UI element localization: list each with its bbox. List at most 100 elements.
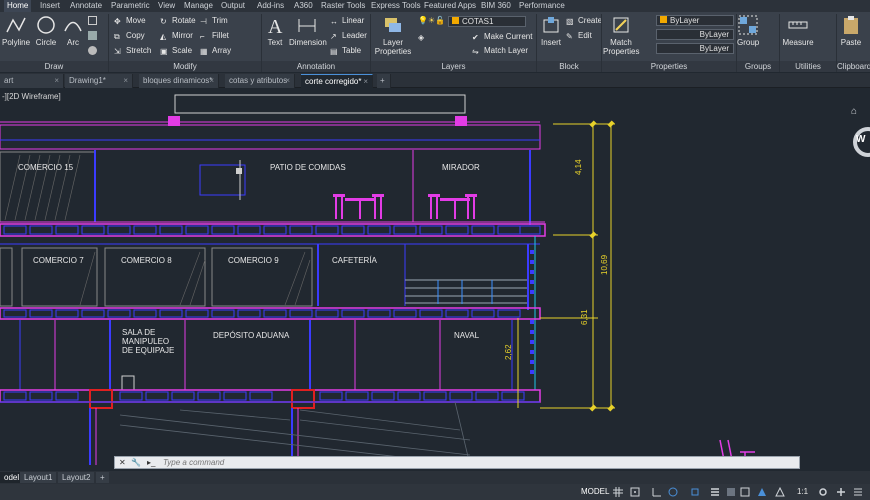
annotation-scale-icon[interactable] [757, 487, 767, 497]
tab-a360[interactable]: A360 [291, 0, 316, 12]
gear-icon[interactable] [818, 487, 828, 497]
draw-line-tool[interactable] [88, 16, 100, 27]
osnap-icon[interactable] [690, 487, 700, 497]
array-label: Array [212, 46, 232, 55]
draw-hatch-tool[interactable] [88, 31, 100, 42]
snap-icon[interactable] [630, 487, 640, 497]
table-button[interactable]: ▤ Table [330, 46, 361, 56]
file-tab-corte[interactable]: corte corregido* × [301, 74, 373, 88]
tab-manage[interactable]: Manage [181, 0, 216, 12]
tab-bim360[interactable]: BIM 360 [478, 0, 514, 12]
tab-featured-apps[interactable]: Featured Apps [421, 0, 479, 12]
arc-button[interactable]: Arc [62, 14, 84, 47]
tab-express-tools[interactable]: Express Tools [368, 0, 424, 12]
file-tab-drawing1[interactable]: Drawing1* × [65, 74, 133, 88]
close-icon[interactable]: × [209, 74, 214, 87]
linear-dimension-button[interactable]: ↔ Linear [330, 16, 364, 26]
move-label: Move [126, 16, 146, 25]
file-tab-bloques[interactable]: bloques dinamicos* × [139, 74, 219, 88]
tab-performance[interactable]: Performance [516, 0, 568, 12]
close-icon[interactable]: × [363, 75, 368, 88]
create-block-button[interactable]: ▧ Create [566, 16, 602, 26]
match-properties-button[interactable]: Match Properties [603, 14, 639, 56]
draw-panel-label[interactable]: Draw [0, 61, 108, 72]
home-icon[interactable]: ⌂ [851, 106, 857, 117]
tab-layout1[interactable]: Layout1 [20, 472, 57, 483]
array-button[interactable]: ▦ Array [200, 46, 231, 56]
groups-panel-label[interactable]: Groups [737, 61, 779, 72]
tab-insert[interactable]: Insert [37, 0, 63, 12]
modify-panel-label[interactable]: Modify [109, 61, 261, 72]
insert-block-button[interactable]: Insert [539, 14, 563, 47]
wrench-icon[interactable]: 🔧 [131, 457, 141, 468]
dimension-button[interactable]: Dimension [289, 14, 327, 47]
dimension-text-2-62: 2,62 [504, 344, 513, 360]
layer-properties-button[interactable]: Layer Properties [374, 14, 412, 56]
clipboard-panel-label[interactable]: Clipboard [837, 61, 870, 72]
group-button[interactable]: Group [737, 14, 759, 47]
file-tab-cotas[interactable]: cotas y atributos × [225, 74, 295, 88]
copy-button[interactable]: ⧉ Copy [114, 31, 145, 41]
make-current-button[interactable]: ✔ Make Current [472, 32, 532, 42]
scale-display[interactable]: 1:1 [797, 487, 808, 496]
circle-button[interactable]: Circle [34, 14, 58, 47]
add-layout-button[interactable]: + [96, 472, 109, 483]
fillet-button[interactable]: ⌐ Fillet [200, 31, 229, 41]
mirror-label: Mirror [172, 31, 193, 40]
polar-icon[interactable] [668, 487, 678, 497]
annotation-panel-label[interactable]: Annotation [262, 61, 370, 72]
edit-block-button[interactable]: ✎ Edit [566, 31, 592, 41]
scale-button[interactable]: ▣ Scale [160, 46, 192, 56]
lineweight-dropdown[interactable]: ByLayer [656, 43, 734, 54]
tab-layout2[interactable]: Layout2 [58, 472, 95, 483]
tab-output[interactable]: Output [218, 0, 248, 12]
drawing-canvas[interactable]: COMERCIO 15 PATIO DE COMIDAS MIRADOR COM… [0, 89, 870, 471]
layers-panel-label[interactable]: Layers [371, 61, 536, 72]
viewport-label[interactable]: -][2D Wireframe] [2, 92, 61, 101]
tab-home[interactable]: Home [4, 0, 32, 12]
move-button[interactable]: ✥ Move [114, 16, 146, 26]
layer-dropdown[interactable]: COTAS1 [448, 16, 526, 27]
ortho-icon[interactable] [652, 487, 662, 497]
dimension-icon [298, 19, 316, 32]
close-icon[interactable]: × [285, 74, 290, 87]
selection-cycling-icon[interactable] [740, 487, 750, 497]
grid-icon[interactable] [613, 487, 623, 497]
close-icon[interactable]: × [54, 74, 59, 87]
trim-button[interactable]: ⊣ Trim [200, 16, 228, 26]
block-panel-label[interactable]: Block [537, 61, 601, 72]
model-space-button[interactable]: MODEL [581, 487, 609, 497]
annotation-visibility-icon[interactable] [775, 487, 785, 497]
lineweight-icon[interactable] [710, 487, 720, 497]
utilities-panel-label[interactable]: Utilities [780, 61, 836, 72]
measure-button[interactable]: Measure [782, 14, 814, 47]
rotate-button[interactable]: ↻ Rotate [160, 16, 196, 26]
close-icon[interactable]: × [123, 74, 128, 87]
command-input[interactable] [163, 457, 783, 468]
menu-icon[interactable] [853, 487, 863, 497]
close-icon[interactable]: ✕ [119, 457, 126, 468]
paste-button[interactable]: Paste [838, 14, 864, 47]
tab-addins[interactable]: Add-ins [254, 0, 287, 12]
tab-annotate[interactable]: Annotate [67, 0, 105, 12]
draw-more-tool[interactable] [88, 46, 100, 57]
color-dropdown[interactable]: ByLayer [656, 15, 734, 26]
properties-panel-label[interactable]: Properties [602, 61, 736, 72]
tab-view[interactable]: View [155, 0, 178, 12]
dimension-text-4-14: 4,14 [574, 159, 583, 175]
text-button[interactable]: A Text [264, 14, 286, 47]
mirror-button[interactable]: ◭ Mirror [160, 31, 193, 41]
add-icon[interactable] [836, 487, 846, 497]
stretch-button[interactable]: ⇲ Stretch [114, 46, 151, 56]
command-prompt-icon[interactable]: ▸_ [147, 457, 155, 468]
transparency-icon[interactable] [726, 487, 736, 497]
layer-tools-1[interactable]: ◈ [418, 32, 430, 42]
new-tab-button[interactable]: + [377, 74, 391, 88]
match-layer-button[interactable]: ⇋ Match Layer [472, 46, 528, 56]
tab-raster-tools[interactable]: Raster Tools [318, 0, 368, 12]
file-tab-start[interactable]: art × [0, 74, 64, 88]
polyline-button[interactable]: Polyline [2, 14, 30, 47]
linetype-dropdown[interactable]: ByLayer [656, 29, 734, 40]
leader-button[interactable]: ↗ Leader [330, 31, 367, 41]
tab-parametric[interactable]: Parametric [108, 0, 153, 12]
